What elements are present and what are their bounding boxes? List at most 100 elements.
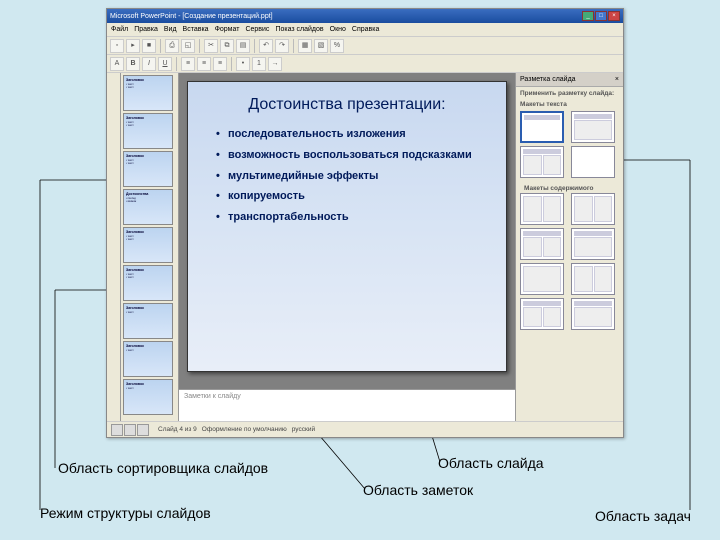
- task-close-icon[interactable]: ×: [615, 76, 619, 83]
- zoom-icon[interactable]: %: [330, 39, 344, 53]
- redo-icon[interactable]: ↷: [275, 39, 289, 53]
- slide-thumb-8[interactable]: Заголовок• текст: [123, 341, 173, 377]
- task-pane-header: Разметка слайда ×: [516, 73, 623, 87]
- align-center-icon[interactable]: ≡: [197, 57, 211, 71]
- menu-tools[interactable]: Сервис: [245, 26, 269, 33]
- print-icon[interactable]: ⎙: [165, 39, 179, 53]
- callout-notes: Область заметок: [363, 482, 473, 498]
- slide-area: Достоинства презентации: последовательно…: [179, 73, 515, 421]
- task-section-apply: Применить разметку слайда:: [516, 87, 623, 98]
- save-icon[interactable]: ■: [142, 39, 156, 53]
- font-icon[interactable]: A: [110, 57, 124, 71]
- slide-thumb-6[interactable]: Заголовок• текст• текст: [123, 265, 173, 301]
- slideshow-view-icon[interactable]: [137, 424, 149, 436]
- layout-c8[interactable]: [571, 298, 615, 330]
- layout-c2[interactable]: [571, 193, 615, 225]
- layout-two-col[interactable]: [520, 146, 564, 178]
- chart-icon[interactable]: ▦: [298, 39, 312, 53]
- slide-thumb-2[interactable]: Заголовок• текст• текст: [123, 113, 173, 149]
- cut-icon[interactable]: ✂: [204, 39, 218, 53]
- new-icon[interactable]: ▫: [110, 39, 124, 53]
- menu-insert[interactable]: Вставка: [183, 26, 209, 33]
- current-slide[interactable]: Достоинства презентации: последовательно…: [187, 81, 507, 372]
- separator: [160, 39, 161, 53]
- layout-c1[interactable]: [520, 193, 564, 225]
- task-section-content-layouts: Макеты содержимого: [520, 182, 619, 193]
- bullet-5[interactable]: транспортабельность: [216, 211, 484, 225]
- titlebar: Microsoft PowerPoint - [Создание презент…: [107, 9, 623, 23]
- layout-c7[interactable]: [520, 298, 564, 330]
- slide-title[interactable]: Достоинства презентации:: [210, 96, 484, 114]
- status-design: Оформление по умолчанию: [202, 426, 287, 433]
- separator: [254, 39, 255, 53]
- layout-grid: [520, 111, 619, 178]
- menubar: Файл Правка Вид Вставка Формат Сервис По…: [107, 23, 623, 37]
- normal-view-icon[interactable]: [111, 424, 123, 436]
- layout-blank[interactable]: [571, 146, 615, 178]
- separator: [293, 39, 294, 53]
- layout-c5[interactable]: [520, 263, 564, 295]
- italic-icon[interactable]: I: [142, 57, 156, 71]
- menu-edit[interactable]: Правка: [134, 26, 158, 33]
- slide-thumb-9[interactable]: Заголовок• текст: [123, 379, 173, 415]
- maximize-button[interactable]: □: [595, 11, 607, 21]
- callout-task: Область задач: [595, 508, 691, 524]
- bullet-2[interactable]: возможность воспользоваться подсказками: [216, 149, 484, 163]
- task-body: Макеты содержимого: [516, 109, 623, 421]
- task-pane-title: Разметка слайда: [520, 76, 576, 83]
- slide-canvas[interactable]: Достоинства презентации: последовательно…: [179, 73, 515, 389]
- powerpoint-window: Microsoft PowerPoint - [Создание презент…: [106, 8, 624, 438]
- sorter-view-icon[interactable]: [124, 424, 136, 436]
- layout-c4[interactable]: [571, 228, 615, 260]
- slide-thumb-3[interactable]: Заголовок• текст• текст: [123, 151, 173, 187]
- underline-icon[interactable]: U: [158, 57, 172, 71]
- slide-thumb-5[interactable]: Заголовок• текст• текст: [123, 227, 173, 263]
- view-buttons: [111, 424, 149, 436]
- bullet-3[interactable]: мультимедийные эффекты: [216, 170, 484, 184]
- menu-slideshow[interactable]: Показ слайдов: [275, 26, 323, 33]
- open-icon[interactable]: ▸: [126, 39, 140, 53]
- paste-icon[interactable]: ▤: [236, 39, 250, 53]
- preview-icon[interactable]: ◱: [181, 39, 195, 53]
- menu-help[interactable]: Справка: [352, 26, 379, 33]
- slide-thumb-7[interactable]: Заголовок• текст: [123, 303, 173, 339]
- slide-thumb-4[interactable]: Достоинства• послед• возмож: [123, 189, 173, 225]
- slide-thumb-1[interactable]: Заголовок• текст• текст: [123, 75, 173, 111]
- statusbar: Слайд 4 из 9 Оформление по умолчанию рус…: [107, 421, 623, 437]
- numbering-icon[interactable]: 1: [252, 57, 266, 71]
- bold-icon[interactable]: B: [126, 57, 140, 71]
- title-text: Microsoft PowerPoint - [Создание презент…: [110, 13, 273, 20]
- bullet-1[interactable]: последовательность изложения: [216, 128, 484, 142]
- slide-sorter-pane[interactable]: Заголовок• текст• текст Заголовок• текст…: [121, 73, 179, 421]
- layout-grid-2: [520, 193, 619, 330]
- task-section-text-layouts: Макеты текста: [516, 98, 623, 109]
- bullets-icon[interactable]: •: [236, 57, 250, 71]
- slide-bullets[interactable]: последовательность изложения возможность…: [210, 128, 484, 225]
- outline-pane[interactable]: [107, 73, 121, 421]
- close-button[interactable]: ×: [608, 11, 620, 21]
- menu-window[interactable]: Окно: [330, 26, 346, 33]
- bullet-4[interactable]: копируемость: [216, 190, 484, 204]
- menu-view[interactable]: Вид: [164, 26, 177, 33]
- indent-icon[interactable]: →: [268, 57, 282, 71]
- task-pane[interactable]: Разметка слайда × Применить разметку сла…: [515, 73, 623, 421]
- minimize-button[interactable]: _: [582, 11, 594, 21]
- status-lang: русский: [292, 426, 315, 433]
- toolbar-standard: ▫ ▸ ■ ⎙ ◱ ✂ ⧉ ▤ ↶ ↷ ▦ ▧ %: [107, 37, 623, 55]
- window-controls: _ □ ×: [582, 11, 620, 21]
- menu-format[interactable]: Формат: [215, 26, 240, 33]
- separator: [199, 39, 200, 53]
- menu-file[interactable]: Файл: [111, 26, 128, 33]
- layout-title[interactable]: [520, 111, 564, 143]
- table-icon[interactable]: ▧: [314, 39, 328, 53]
- callout-outline: Режим структуры слайдов: [40, 505, 211, 521]
- layout-c3[interactable]: [520, 228, 564, 260]
- align-left-icon[interactable]: ≡: [181, 57, 195, 71]
- layout-c6[interactable]: [571, 263, 615, 295]
- copy-icon[interactable]: ⧉: [220, 39, 234, 53]
- undo-icon[interactable]: ↶: [259, 39, 273, 53]
- layout-title-content[interactable]: [571, 111, 615, 143]
- toolbar-formatting: A B I U ≡ ≡ ≡ • 1 →: [107, 55, 623, 73]
- align-right-icon[interactable]: ≡: [213, 57, 227, 71]
- notes-pane[interactable]: Заметки к слайду: [179, 389, 515, 421]
